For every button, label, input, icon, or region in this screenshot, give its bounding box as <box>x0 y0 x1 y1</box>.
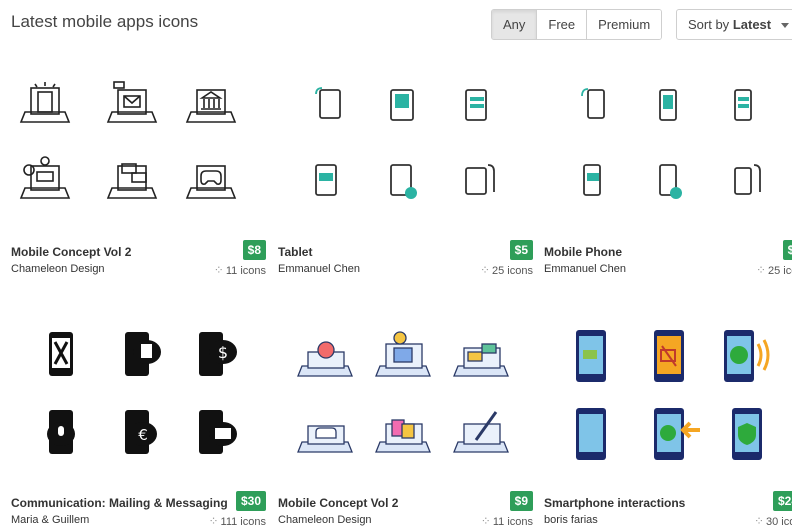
phone-dollar-icon: $ <box>199 332 237 376</box>
phone-flip-icon <box>734 164 761 195</box>
phone-euro-icon: € <box>125 410 157 454</box>
pack-author[interactable]: Chameleon Design <box>278 514 372 526</box>
icon-count: ⁘30 icons <box>753 514 792 527</box>
pack-name[interactable]: Smartphone interactions <box>544 496 685 510</box>
pack-name[interactable]: Mobile Concept Vol 2 <box>11 245 131 259</box>
icons-count-icon: ⁘ <box>208 514 219 527</box>
phone-ads-icon <box>375 331 431 377</box>
phone-ads-icon <box>19 156 71 199</box>
svg-text:$: $ <box>218 343 228 362</box>
price-badge[interactable]: $5 <box>782 240 792 260</box>
phone-chat-icon <box>106 163 158 199</box>
sort-value: Latest <box>732 17 772 32</box>
phone-heart-icon <box>659 164 682 199</box>
phone-document-icon <box>125 332 161 376</box>
phone-chat-icon <box>453 343 509 377</box>
filter-free-button[interactable]: Free <box>537 10 588 39</box>
tablet-list-icon <box>465 89 487 121</box>
phone-incoming-call-icon <box>654 408 700 460</box>
icon-count: ⁘25 icons <box>755 263 792 277</box>
phone-call-icon <box>724 330 770 382</box>
pack-preview <box>19 81 237 199</box>
pack-author[interactable]: Emmanuel Chen <box>278 263 360 275</box>
pack-author[interactable]: Emmanuel Chen <box>544 263 626 275</box>
page-title: Latest mobile apps icons <box>11 12 199 31</box>
tablet-play-icon <box>390 164 417 199</box>
phone-doors-icon <box>19 82 71 123</box>
phone-microphone-icon <box>47 410 75 454</box>
icons-count-icon: ⁘ <box>753 514 765 527</box>
phone-no-camera-icon <box>654 330 684 382</box>
phone-pen-icon <box>453 411 509 453</box>
phone-message-icon <box>583 164 601 196</box>
icons-count-icon: ⁘ <box>479 263 491 277</box>
tablet-flip-icon <box>465 164 495 195</box>
sort-dropdown[interactable]: Sort by Latest <box>676 9 792 40</box>
phone-gamepad-icon <box>185 165 237 199</box>
phone-mail-icon <box>106 81 158 123</box>
phone-rotate-icon <box>581 88 605 119</box>
phone-shield-icon <box>732 408 762 460</box>
pack-author[interactable]: Maria & Guillem <box>11 514 89 526</box>
price-badge[interactable]: $24 <box>772 491 792 511</box>
pack-author[interactable]: boris farias <box>544 514 598 526</box>
chevron-down-icon <box>780 23 789 29</box>
sort-prefix: Sort by <box>688 17 730 32</box>
filter-premium-button[interactable]: Premium <box>587 10 662 39</box>
tablet-rotate-icon <box>315 87 341 119</box>
phone-bank-icon <box>185 89 237 123</box>
icon-count: ⁘ 11 icons <box>480 514 533 527</box>
tablet-keypad-icon <box>390 89 414 121</box>
pack-author[interactable]: Chameleon Design <box>11 263 105 275</box>
svg-text:€: € <box>138 426 148 444</box>
phone-shopping-icon <box>375 419 431 453</box>
phone-blank-icon <box>576 408 606 460</box>
phone-gamepad-icon <box>297 425 353 453</box>
price-badge[interactable]: $30 <box>235 491 266 511</box>
phone-list-icon <box>734 89 752 121</box>
pack-preview <box>315 87 495 199</box>
pack-preview <box>297 331 509 453</box>
pack-name[interactable]: Mobile Phone <box>544 245 622 259</box>
phone-location-icon <box>297 341 353 377</box>
icons-count-icon: ⁘ <box>480 514 491 527</box>
phone-battery-icon <box>576 330 606 382</box>
phone-tools-icon <box>49 332 73 376</box>
price-badge[interactable]: $9 <box>509 491 533 511</box>
price-badge[interactable]: $8 <box>242 240 266 260</box>
pack-name[interactable]: Communication: Mailing & Messaging <box>11 496 228 510</box>
pack-name[interactable]: Mobile Concept Vol 2 <box>278 496 398 510</box>
phone-image-icon <box>199 410 237 454</box>
pack-preview: $ € <box>47 332 237 454</box>
price-badge[interactable]: $5 <box>509 240 533 260</box>
filter-any-button[interactable]: Any <box>492 10 538 39</box>
pack-name[interactable]: Tablet <box>278 245 312 259</box>
icon-count: ⁘ 111 icons <box>208 514 266 527</box>
pack-preview <box>581 88 761 199</box>
icon-count: ⁘25 icons <box>479 263 533 277</box>
tablet-message-icon <box>315 164 337 196</box>
pack-preview <box>576 330 770 460</box>
phone-keypad-icon <box>659 89 677 121</box>
icons-count-icon: ⁘ <box>755 263 767 277</box>
icon-count: ⁘ 11 icons <box>213 263 266 277</box>
license-filter: Any Free Premium <box>491 9 663 40</box>
icons-count-icon: ⁘ <box>213 263 224 277</box>
